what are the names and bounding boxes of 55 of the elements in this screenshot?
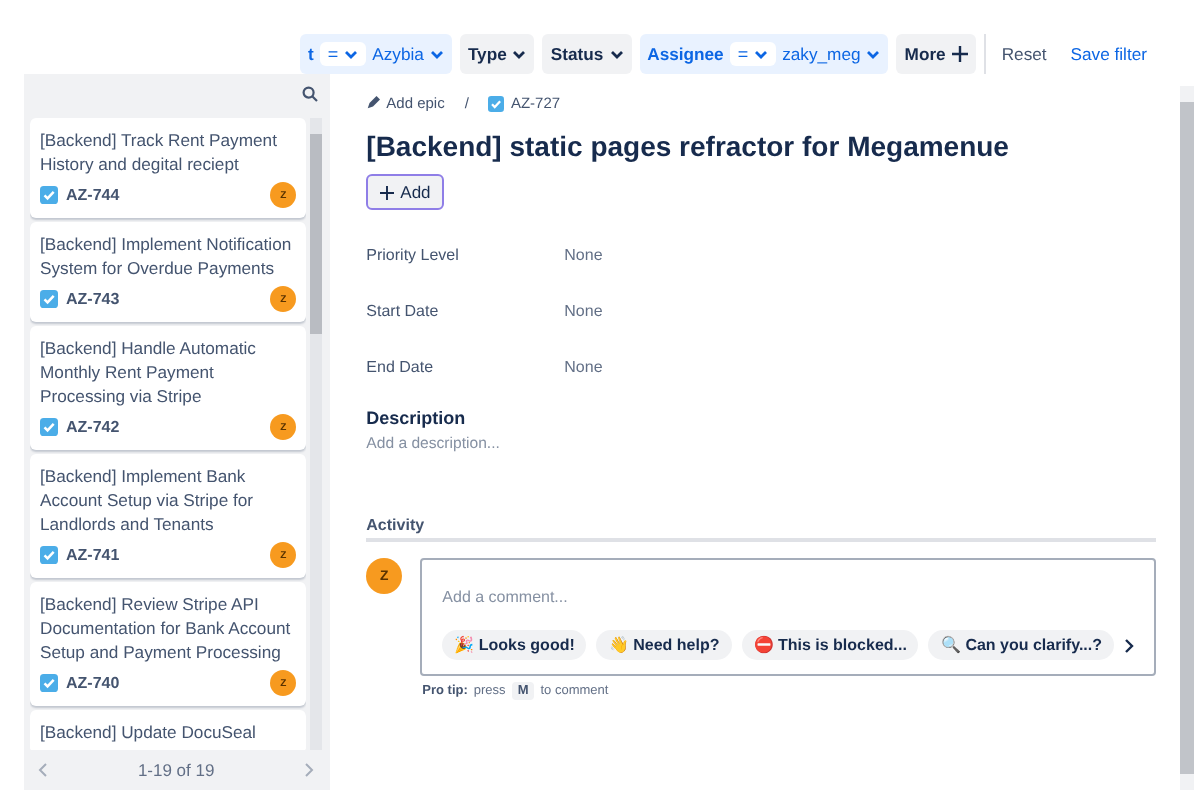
checkbox-icon — [40, 290, 58, 308]
filter-chip[interactable]: Assignee = zaky_meg — [639, 34, 889, 74]
caret-icon — [866, 49, 881, 59]
filter-chip[interactable]: Status — [542, 34, 632, 74]
caret-icon — [429, 49, 444, 59]
more-button[interactable]: More — [896, 34, 976, 74]
plus-icon — [380, 185, 395, 199]
issue-title: [Backend] Review Stripe API Documentation for Bank Account Setup and Payment Processing — [40, 592, 293, 664]
save-filter-button[interactable]: Save filter — [1062, 40, 1155, 68]
reset-button[interactable]: Reset — [993, 40, 1055, 68]
pencil-icon — [366, 96, 381, 110]
description-heading: Description — [366, 408, 468, 428]
field-label: End Date — [366, 358, 436, 376]
issue-title: [Backend] Update DocuSeal — [40, 720, 258, 744]
caret-icon — [609, 49, 624, 59]
checkbox-icon — [40, 186, 58, 204]
search-icon[interactable] — [302, 86, 319, 102]
issue-key: AZ-742 — [66, 418, 120, 436]
filter-chip[interactable]: Type — [459, 34, 535, 74]
quick-reply-button[interactable]: 👋 Need help? — [596, 630, 732, 660]
issue-key: AZ-743 — [66, 290, 120, 308]
quick-reply-button[interactable]: 🎉 Looks good! — [442, 630, 587, 660]
caret-icon — [512, 49, 527, 59]
scrollbar[interactable] — [1180, 86, 1194, 790]
issue-title: [Backend] Track Rent Payment History and degital reciept — [40, 128, 279, 176]
activity-heading: Activity — [366, 516, 1156, 542]
quick-reply-button[interactable]: 🔍 Can you clarify...? — [928, 630, 1114, 660]
issue-title: [Backend] Handle Automatic Monthly Rent Payment Processing via Stripe — [40, 336, 258, 408]
field-value[interactable]: None — [564, 302, 1156, 320]
filter-chip[interactable]: t = Azybia — [300, 34, 452, 74]
checkbox-icon — [40, 674, 58, 692]
add-button[interactable]: Add — [366, 174, 445, 210]
issue-key: AZ-744 — [66, 186, 120, 204]
field-value[interactable]: None — [564, 358, 1156, 376]
issue-title: [Backend] Implement Bank Account Setup via Stripe for Landlords and Tenants — [40, 464, 256, 536]
field-label: Start Date — [366, 302, 441, 320]
scrollbar[interactable] — [310, 118, 323, 750]
pagination-text: 1-19 of 19 — [137, 760, 215, 780]
caret-icon — [754, 49, 769, 59]
checkbox-icon — [40, 546, 58, 564]
issue-key: AZ-740 — [66, 674, 120, 692]
checkbox-icon — [40, 418, 58, 436]
issue-heading: [Backend] static pages refractor for Megamenue — [366, 130, 1011, 162]
field-label: Priority Level — [366, 246, 461, 264]
chevron-left-icon[interactable] — [38, 762, 48, 778]
comment-field[interactable]: Add a comment... 🎉 Looks good! 👋 Need help? ⛔ This is blocked... 🔍 Can you clarify...? — [420, 558, 1156, 676]
checkbox-icon — [488, 95, 505, 111]
quick-reply-button[interactable]: ⛔ This is blocked... — [741, 630, 919, 660]
caret-icon — [344, 49, 359, 59]
chevron-right-icon[interactable] — [1124, 637, 1134, 653]
issue-title: [Backend] Implement Notification System for Overdue Payments — [40, 232, 294, 280]
plus-icon — [951, 46, 968, 62]
issue-key: AZ-741 — [66, 546, 120, 564]
issue-card[interactable]: [Backend] Update DocuSeal — [30, 710, 307, 750]
field-value[interactable]: None — [564, 246, 1156, 264]
